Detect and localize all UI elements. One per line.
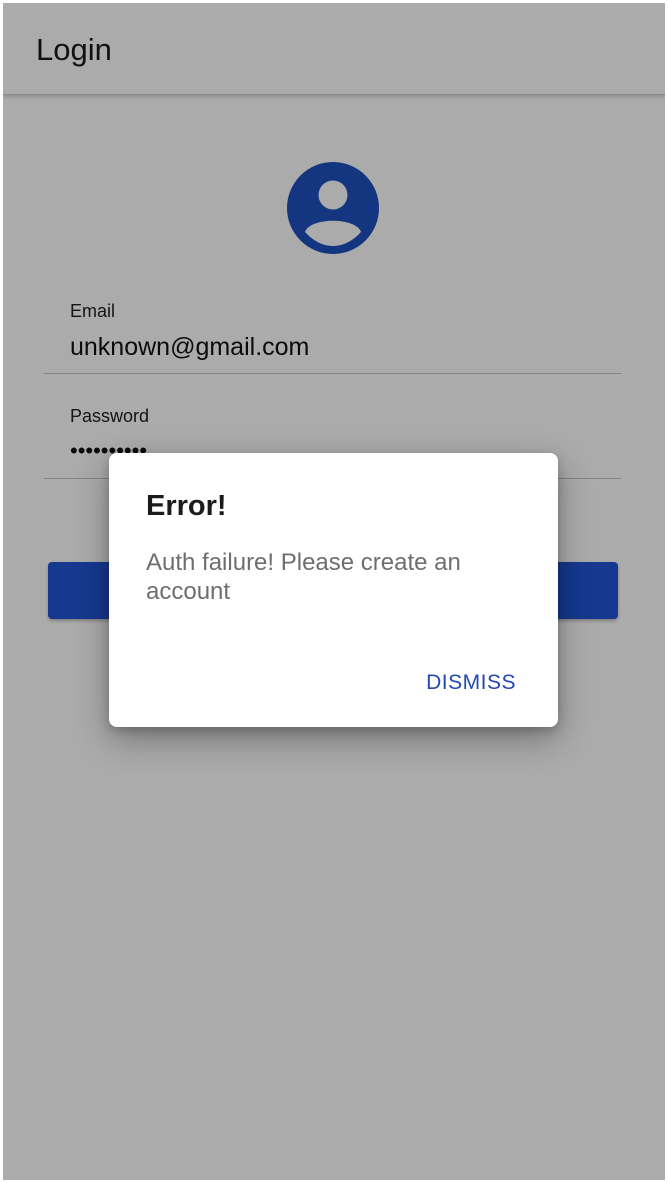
dialog-message: Auth failure! Please create an account	[146, 549, 461, 605]
error-dialog: Error! Auth failure! Please create an ac…	[109, 453, 558, 727]
dismiss-button[interactable]: DISMISS	[426, 671, 516, 695]
dialog-title: Error!	[146, 490, 227, 522]
screen: Login Email unknown@gmail.com Password •…	[3, 3, 665, 1180]
